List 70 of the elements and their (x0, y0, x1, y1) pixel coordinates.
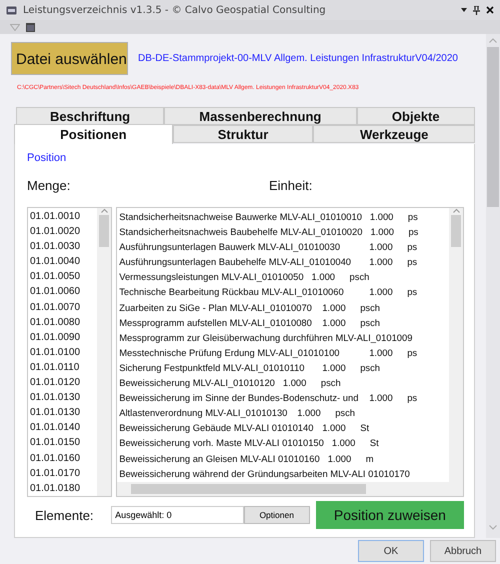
list-item[interactable]: Standsicherheitsnachweis Baubehelfe MLV-ALI_01010020 1.000 ps (119, 224, 447, 240)
list-item[interactable]: 01.01.0160 (30, 450, 96, 466)
list-item[interactable]: 01.01.0060 (30, 284, 96, 300)
list-item[interactable]: Ausführungsunterlagen Bauwerk MLV-ALI_01010030 1.000 ps (119, 239, 447, 254)
assign-position-button[interactable]: Position zuweisen (316, 501, 464, 529)
options-button[interactable]: Optionen (244, 506, 310, 524)
project-name: DB-DE-Stammprojekt-00-MLV Allgem. Leistungen InfrastrukturV04/2020 (138, 53, 458, 64)
tab[interactable]: Beschriftung (16, 107, 164, 125)
tab[interactable]: Positionen (14, 124, 173, 144)
list-item[interactable]: Beweissicherung vorh. Maste MLV-ALI 01010150 1.000 St (119, 435, 447, 450)
position-list[interactable] (116, 207, 464, 497)
list-item[interactable]: Beweissicherung MLV-ALI_01010120 1.000 psch (119, 375, 447, 390)
list-item[interactable]: 01.01.0070 (30, 300, 96, 315)
list-item[interactable]: 01.01.0050 (30, 269, 96, 284)
list-item[interactable]: 01.01.0030 (30, 239, 96, 254)
elements-label: Elemente: (35, 508, 95, 522)
list-item[interactable]: Messtechnische Prüfung Erdung MLV-ALI_01010100 1.000 ps (119, 344, 447, 360)
list-item[interactable]: 01.01.0090 (30, 330, 96, 345)
list-item[interactable]: Zuarbeiten zu SiGe - Plan MLV-ALI_01010070 1.000 psch (119, 300, 447, 315)
list-item[interactable]: 01.01.0150 (30, 435, 96, 450)
list-item[interactable]: Sicherung Festpunktfeld MLV-ALI_01010110 1.000 psch (119, 360, 447, 376)
app-icon (6, 4, 17, 16)
list-item[interactable]: Vermessungsleistungen MLV-ALI_01010050 1.000 psch (119, 269, 447, 284)
list-item[interactable]: Messprogramm zur Gleisüberwachung durchführen MLV-ALI_0101009 (119, 330, 447, 345)
list-item[interactable]: 01.01.0120 (30, 375, 96, 390)
list-item[interactable]: Beweissicherung im Sinne der Bundes-Bodenschutz- und 1.000 ps (119, 390, 447, 406)
scroll-up-icon[interactable] (452, 208, 460, 213)
list-item[interactable]: 01.01.0020 (30, 224, 96, 240)
tab[interactable]: Werkzeuge (313, 125, 475, 143)
list-item[interactable]: Technische Bearbeitung Rückbau MLV-ALI_01010060 1.000 ps (119, 284, 447, 300)
close-icon[interactable] (486, 6, 494, 14)
pin-icon[interactable] (473, 6, 480, 14)
scrollbar-thumb[interactable] (99, 215, 110, 247)
list-item[interactable]: Altlastenverordnung MLV-ALI_01010130 1.000 psch (119, 405, 447, 420)
tab[interactable]: Objekte (356, 107, 475, 125)
scrollbar-thumb[interactable] (451, 215, 461, 247)
list-item[interactable]: 01.01.0040 (30, 254, 96, 270)
list-item[interactable]: Ausführungsunterlagen Baubehelfe MLV-ALI_01010040 1.000 ps (119, 254, 447, 270)
list-item[interactable]: 01.01.0100 (30, 344, 96, 360)
list-item[interactable]: 01.01.0180 (30, 480, 96, 496)
quantity-label: Menge: (27, 178, 72, 193)
scroll-up-icon[interactable] (489, 38, 497, 43)
list-item[interactable]: Beweissicherung während der Gründungsarbeiten MLV-ALI 01010170 (119, 466, 447, 481)
tab[interactable]: Struktur (172, 125, 314, 143)
list-item[interactable]: 01.01.0010 (30, 209, 96, 224)
list-item[interactable]: Standsicherheitsnachweise Bauwerke MLV-ALI_01010010 1.000 ps (119, 209, 447, 224)
window-title: Leistungsverzeichnis v1.3.5 - © Calvo Geospatial Consulting (23, 4, 327, 16)
list-item[interactable]: Beweissicherung an Gleisen MLV-ALI 01010160 1.000 m (119, 450, 447, 466)
code-list[interactable] (27, 207, 112, 497)
scroll-down-icon[interactable] (489, 525, 497, 530)
list-item[interactable]: 01.01.0080 (30, 314, 96, 330)
list-item[interactable]: 01.01.0110 (30, 360, 96, 376)
list-item[interactable]: 01.01.0130 (30, 405, 96, 420)
dropdown-icon[interactable] (461, 8, 467, 12)
scroll-up-icon[interactable] (100, 208, 108, 213)
list-item[interactable]: 01.01.0140 (30, 420, 96, 436)
cancel-button[interactable]: Abbruch (430, 540, 496, 562)
list-item[interactable]: 01.01.0130 (30, 390, 96, 406)
scrollbar-thumb[interactable] (487, 47, 499, 207)
list-item[interactable]: Beweissicherung Gebäude MLV-ALI 01010140 1.000 St (119, 420, 447, 436)
select-file-button[interactable]: Datei auswählen (11, 42, 128, 75)
section-heading: Position (27, 152, 66, 164)
scrollbar-thumb[interactable] (131, 484, 366, 494)
selection-field[interactable]: Ausgewählt: 0 (111, 506, 244, 524)
list-item[interactable]: 01.01.0170 (30, 466, 96, 481)
ok-button[interactable]: OK (358, 540, 424, 562)
tab[interactable]: Massenberechnung (164, 107, 357, 125)
unit-label: Einheit: (269, 178, 312, 193)
console-icon[interactable] (26, 22, 35, 32)
list-item[interactable]: Messprogramm aufstellen MLV-ALI_01010080 1.000 psch (119, 314, 447, 330)
